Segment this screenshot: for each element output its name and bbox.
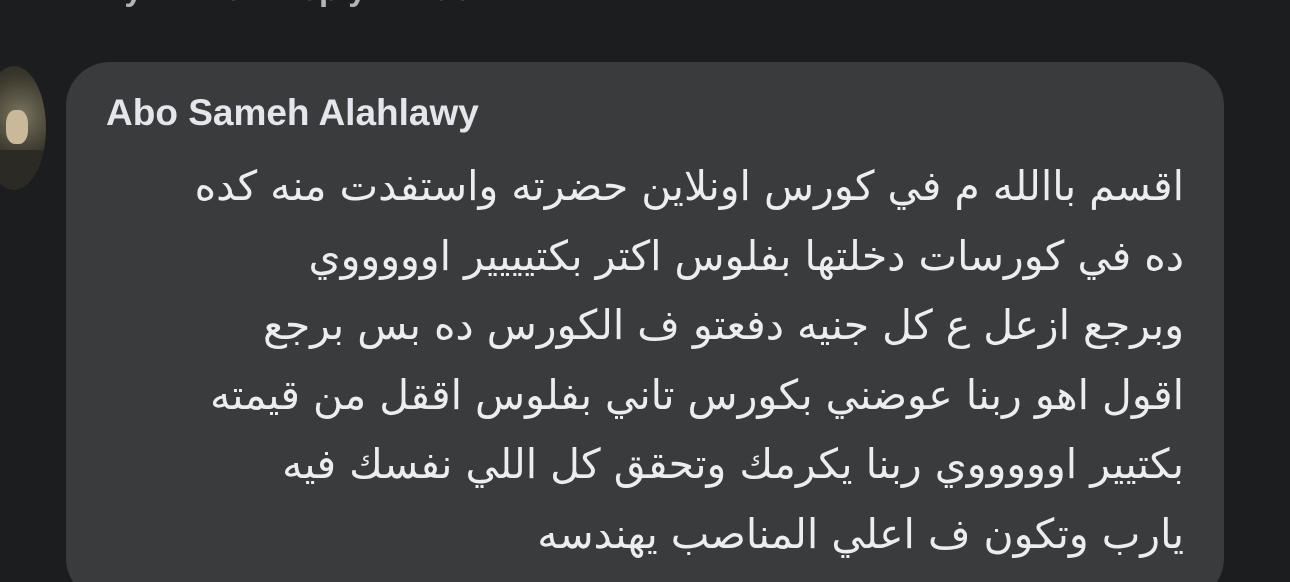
avatar[interactable] bbox=[0, 66, 46, 190]
hide-button[interactable]: Hide bbox=[401, 0, 473, 8]
comment-line: بكتيير اوووووي ربنا يكرمك وتحقق كل اللي … bbox=[282, 440, 1184, 488]
comment-bubble: Abo Sameh Alahlawy اقسم باالله م في كورس… bbox=[66, 62, 1224, 582]
comment-line: وبرجع ازعل ع كل جنيه دفعتو ف الكورس ده ب… bbox=[263, 301, 1184, 349]
comment-line: ده في كورسات دخلتها بفلوس اكتر بكتيييير … bbox=[308, 231, 1185, 280]
comment-text: اقسم باالله م في كورس اونلاين حضرته واست… bbox=[106, 152, 1184, 569]
comment-line: اقسم باالله م في كورس اونلاين حضرته واست… bbox=[194, 162, 1184, 210]
avatar-shirt bbox=[0, 150, 46, 190]
comment-author[interactable]: Abo Sameh Alahlawy bbox=[106, 92, 479, 134]
comment-line: اقول اهو ربنا عوضني بكورس تاني بفلوس اقق… bbox=[209, 370, 1184, 419]
avatar-face bbox=[6, 110, 28, 144]
previous-comment-actions: 1y Like Reply Hide bbox=[106, 0, 472, 8]
reply-button[interactable]: Reply bbox=[277, 0, 367, 8]
comment-line: يارب وتكون ف اعلي المناصب يهندسه bbox=[537, 509, 1184, 558]
comment-time[interactable]: 1y bbox=[106, 0, 143, 8]
like-button[interactable]: Like bbox=[177, 0, 243, 8]
